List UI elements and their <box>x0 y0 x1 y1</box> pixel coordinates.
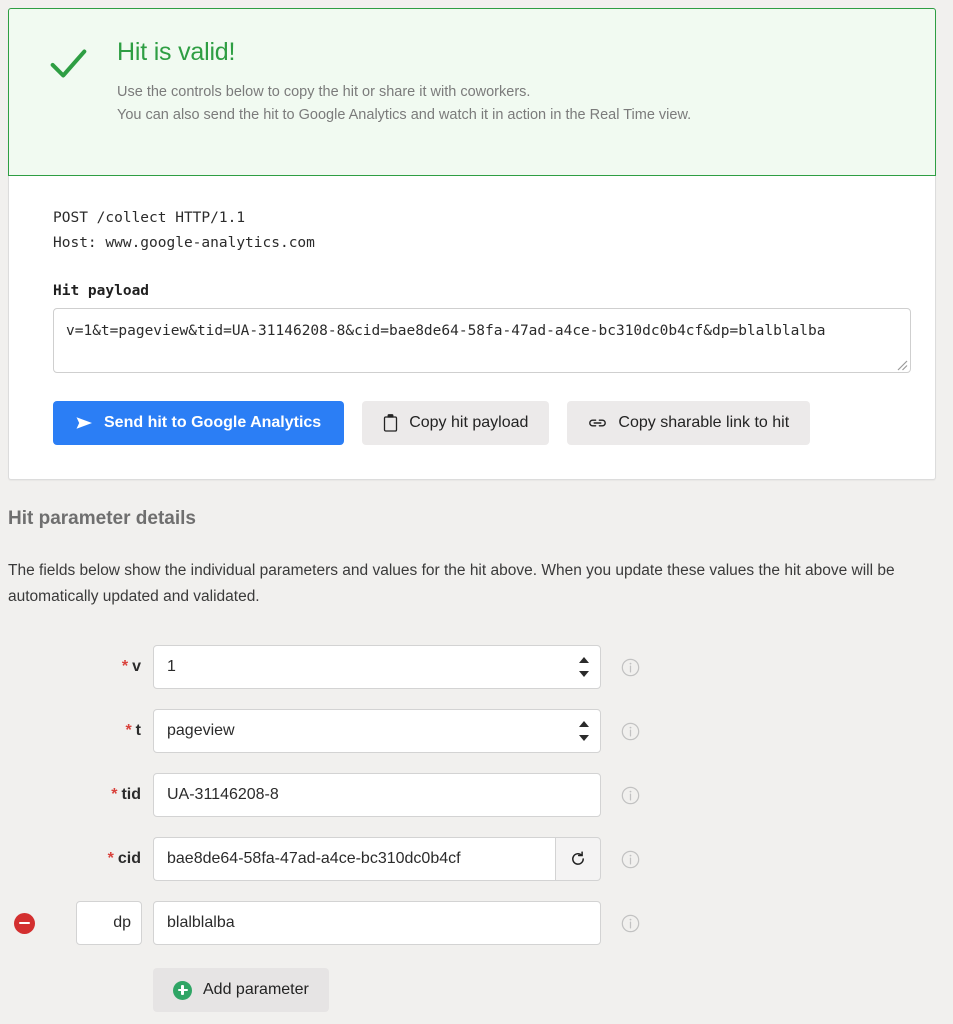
remove-cell-dp <box>8 900 40 946</box>
send-hit-label: Send hit to Google Analytics <box>104 414 322 432</box>
banner-line-2: You can also send the hit to Google Anal… <box>117 107 692 124</box>
clipboard-icon <box>383 414 398 432</box>
info-icon-v[interactable] <box>621 658 640 677</box>
param-control-t: pageview <box>153 709 601 753</box>
param-row-v: * v 1 <box>8 644 936 690</box>
param-label-cid: * cid <box>48 850 153 868</box>
details-title: Hit parameter details <box>8 508 196 529</box>
param-select-v[interactable]: 1 <box>153 645 601 689</box>
request-line-host: Host: www.google-analytics.com <box>53 234 315 251</box>
banner-text: Hit is valid! Use the controls below to … <box>117 35 691 128</box>
add-parameter-row: Add parameter <box>8 968 936 1012</box>
copy-sharable-link-label: Copy sharable link to hit <box>618 414 790 432</box>
required-marker: * <box>121 658 129 675</box>
add-parameter-button[interactable]: Add parameter <box>153 968 329 1012</box>
param-select-t[interactable]: pageview <box>153 709 601 753</box>
hit-valid-banner: Hit is valid! Use the controls below to … <box>8 8 936 176</box>
param-name-cid: cid <box>117 850 141 867</box>
param-label-dp <box>48 901 153 945</box>
info-icon-t[interactable] <box>621 722 640 741</box>
param-value-cid: bae8de64-58fa-47ad-a4ce-bc310dc0b4cf <box>167 850 461 867</box>
details-description: The fields below show the individual par… <box>8 562 895 605</box>
info-icon-dp[interactable] <box>621 914 640 933</box>
resize-handle-icon[interactable] <box>894 357 908 371</box>
param-control-cid: bae8de64-58fa-47ad-a4ce-bc310dc0b4cf <box>153 837 601 881</box>
request-body: POST /collect HTTP/1.1 Host: www.google-… <box>9 176 935 479</box>
check-icon <box>45 41 91 87</box>
refresh-icon <box>570 851 586 867</box>
minus-icon <box>18 921 30 925</box>
hit-result-panel: Hit is valid! Use the controls below to … <box>8 8 936 481</box>
hit-payload-label: Hit payload <box>53 283 150 300</box>
param-row-cid: * cid bae8de64-58fa-47ad-a4ce-bc310dc0b4c… <box>8 836 936 882</box>
param-row-tid: * tid UA-31146208-8 <box>8 772 936 818</box>
hit-actions: Send hit to Google Analytics Copy hit pa… <box>53 401 899 446</box>
param-label-v: * v <box>48 658 153 676</box>
banner-title: Hit is valid! <box>117 38 236 66</box>
required-marker: * <box>107 850 114 867</box>
plus-circle-icon <box>173 980 192 1000</box>
regenerate-cid-button[interactable] <box>555 837 601 881</box>
param-value-dp: blalblalba <box>167 914 235 931</box>
param-value-v: 1 <box>167 658 176 675</box>
param-control-dp: blalblalba <box>153 901 601 945</box>
param-control-tid: UA-31146208-8 <box>153 773 601 817</box>
param-control-v: 1 <box>153 645 601 689</box>
remove-parameter-button-dp[interactable] <box>13 912 35 934</box>
hit-builder-page: Hit is valid! Use the controls below to … <box>0 0 953 1024</box>
link-icon <box>588 417 607 429</box>
param-row-t: * t pageview <box>8 708 936 754</box>
copy-sharable-link-button[interactable]: Copy sharable link to hit <box>567 401 811 446</box>
param-row-dp: blalblalba <box>8 900 936 946</box>
hit-payload-textarea[interactable]: v=1&t=pageview&tid=UA-31146208-8&cid=bae… <box>53 308 911 374</box>
info-icon-cid[interactable] <box>621 850 640 869</box>
remove-cell-cid <box>8 836 40 882</box>
remove-cell-tid <box>8 772 40 818</box>
request-line-method: POST /collect HTTP/1.1 <box>53 210 246 226</box>
param-key-input-dp[interactable] <box>76 901 142 945</box>
banner-line-1: Use the controls below to copy the hit o… <box>117 83 531 100</box>
remove-cell-t <box>8 708 40 754</box>
copy-hit-payload-button[interactable]: Copy hit payload <box>362 401 550 446</box>
send-icon <box>76 416 93 430</box>
add-parameter-label: Add parameter <box>203 981 309 998</box>
send-hit-button[interactable]: Send hit to Google Analytics <box>53 401 345 446</box>
param-name-tid: tid <box>121 786 141 803</box>
param-input-dp[interactable]: blalblalba <box>153 901 601 945</box>
param-value-t: pageview <box>167 722 235 739</box>
hit-payload-value: v=1&t=pageview&tid=UA-31146208-8&cid=bae… <box>66 323 826 340</box>
required-marker: * <box>125 722 132 739</box>
copy-hit-payload-label: Copy hit payload <box>409 414 529 432</box>
hit-parameter-details-section: Hit parameter details The fields below s… <box>8 508 936 609</box>
param-value-tid: UA-31146208-8 <box>167 786 279 803</box>
param-input-cid[interactable]: bae8de64-58fa-47ad-a4ce-bc310dc0b4cf <box>153 837 555 881</box>
param-name-t: t <box>135 722 141 739</box>
param-label-t: * t <box>48 722 153 740</box>
remove-cell-v <box>8 644 40 690</box>
info-icon-tid[interactable] <box>621 786 640 805</box>
required-marker: * <box>111 786 118 803</box>
param-label-tid: * tid <box>48 786 153 804</box>
param-name-v: v <box>132 658 141 675</box>
hit-parameter-form: * v 1 * t pageview * tid UA-31146208-8 *… <box>8 644 936 1012</box>
param-input-tid[interactable]: UA-31146208-8 <box>153 773 601 817</box>
